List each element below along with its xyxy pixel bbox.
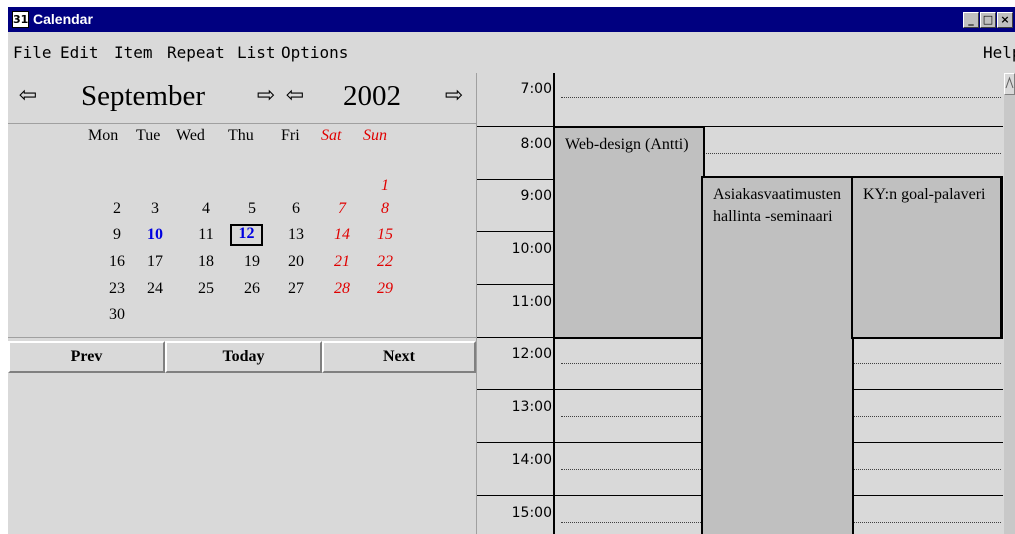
hour-label: 13:00 [511,399,552,415]
day-cell[interactable]: 21 [330,252,354,272]
hour-label: 7:00 [520,81,552,97]
hour-label: 9:00 [520,188,552,204]
prev-month-arrow-icon[interactable]: ⇦ [16,82,40,110]
window-title: Calendar [33,11,93,27]
hour-label: 11:00 [511,294,552,310]
scrollbar-thumb[interactable] [1004,95,1015,534]
hour-divider [477,284,553,285]
menu-help[interactable]: Help [983,44,1015,62]
weekday-header: Thu [228,127,254,144]
day-cell-selected[interactable]: 12 [230,224,263,246]
day-cell[interactable]: 9 [105,225,129,245]
day-cell[interactable]: 3 [143,199,167,219]
day-cell[interactable]: 14 [330,225,354,245]
day-cell[interactable]: 18 [194,252,218,272]
scroll-up-arrow-icon[interactable] [1004,73,1015,95]
event-block[interactable]: KY:n goal-palaveri [851,176,1003,339]
day-cell[interactable]: 26 [240,279,264,299]
day-cell[interactable]: 24 [143,279,167,299]
day-schedule: 7:00 8:00 9:00 10:00 11:00 12:00 13:00 1… [477,73,1015,534]
day-cell-highlighted[interactable]: 10 [143,225,167,245]
day-cell[interactable]: 11 [194,225,218,245]
hour-label: 8:00 [520,136,552,152]
menu-file[interactable]: File [13,44,52,62]
hour-divider [477,495,553,496]
schedule-grid[interactable]: Web-design (Antti) Asiakasvaatimusten ha… [553,73,1003,534]
year-label: 2002 [343,80,401,112]
weekday-header: Wed [176,127,205,144]
next-year-arrow-icon[interactable]: ⇨ [442,82,466,110]
calendar-app-icon[interactable]: 31 [12,11,29,28]
day-cell[interactable]: 4 [194,199,218,219]
next-button[interactable]: Next [322,341,476,373]
minimize-button[interactable]: _ [963,12,979,28]
weekday-header: Mon [88,127,119,144]
menu-edit[interactable]: Edit [60,44,99,62]
day-cell[interactable]: 6 [284,199,308,219]
hour-divider [477,231,553,232]
day-cell[interactable]: 17 [143,252,167,272]
calendar-window: 31 Calendar _ □ × File Edit Item Repeat … [8,7,1015,534]
day-cell[interactable]: 1 [373,176,397,196]
title-bar: 31 Calendar _ □ × [8,7,1015,32]
prev-year-arrow-icon[interactable]: ⇦ [283,82,307,110]
weekday-header: Fri [281,127,300,144]
event-block[interactable]: Web-design (Antti) [553,126,705,339]
hour-label: 12:00 [511,346,552,362]
navigation-buttons: Prev Today Next [8,338,476,377]
next-month-arrow-icon[interactable]: ⇨ [254,82,278,110]
menu-options[interactable]: Options [281,44,348,62]
day-cell[interactable]: 16 [105,252,129,272]
day-cell[interactable]: 29 [373,279,397,299]
close-button[interactable]: × [997,12,1013,28]
hour-label: 10:00 [511,241,552,257]
prev-button[interactable]: Prev [8,341,165,373]
weekday-header: Sun [363,127,387,144]
day-cell[interactable]: 2 [105,199,129,219]
day-cell[interactable]: 28 [330,279,354,299]
weekday-header: Tue [136,127,161,144]
maximize-button[interactable]: □ [980,12,996,28]
day-cell[interactable]: 19 [240,252,264,272]
day-cell[interactable]: 20 [284,252,308,272]
menu-list[interactable]: List [237,44,276,62]
hour-label: 15:00 [511,505,552,521]
day-cell[interactable]: 8 [373,199,397,219]
vertical-scrollbar[interactable] [1004,73,1015,534]
menu-item[interactable]: Item [114,44,153,62]
day-cell[interactable]: 30 [105,305,129,325]
hour-divider [477,442,553,443]
divider [8,123,476,124]
menu-repeat[interactable]: Repeat [167,44,225,62]
day-cell[interactable]: 27 [284,279,308,299]
time-column: 7:00 8:00 9:00 10:00 11:00 12:00 13:00 1… [477,73,554,534]
menu-bar: File Edit Item Repeat List Options Help [8,32,1015,73]
day-cell[interactable]: 25 [194,279,218,299]
weekday-header: Sat [321,127,342,144]
today-button[interactable]: Today [165,341,322,373]
hour-divider [477,126,553,127]
day-cell[interactable]: 7 [330,199,354,219]
day-cell[interactable]: 5 [240,199,264,219]
day-cell[interactable]: 22 [373,252,397,272]
day-cell[interactable]: 13 [284,225,308,245]
hour-divider [477,389,553,390]
event-block[interactable]: Asiakasvaatimusten hallinta -seminaari [701,176,854,534]
month-label: September [81,80,206,112]
hour-label: 14:00 [511,452,552,468]
hour-divider [477,179,553,180]
day-cell[interactable]: 23 [105,279,129,299]
hour-divider [477,337,553,338]
half-hour-line [561,97,1001,98]
month-year-navigator: ⇦ September ⇨ ⇦ 2002 ⇨ [8,73,476,123]
day-cell[interactable]: 15 [373,225,397,245]
